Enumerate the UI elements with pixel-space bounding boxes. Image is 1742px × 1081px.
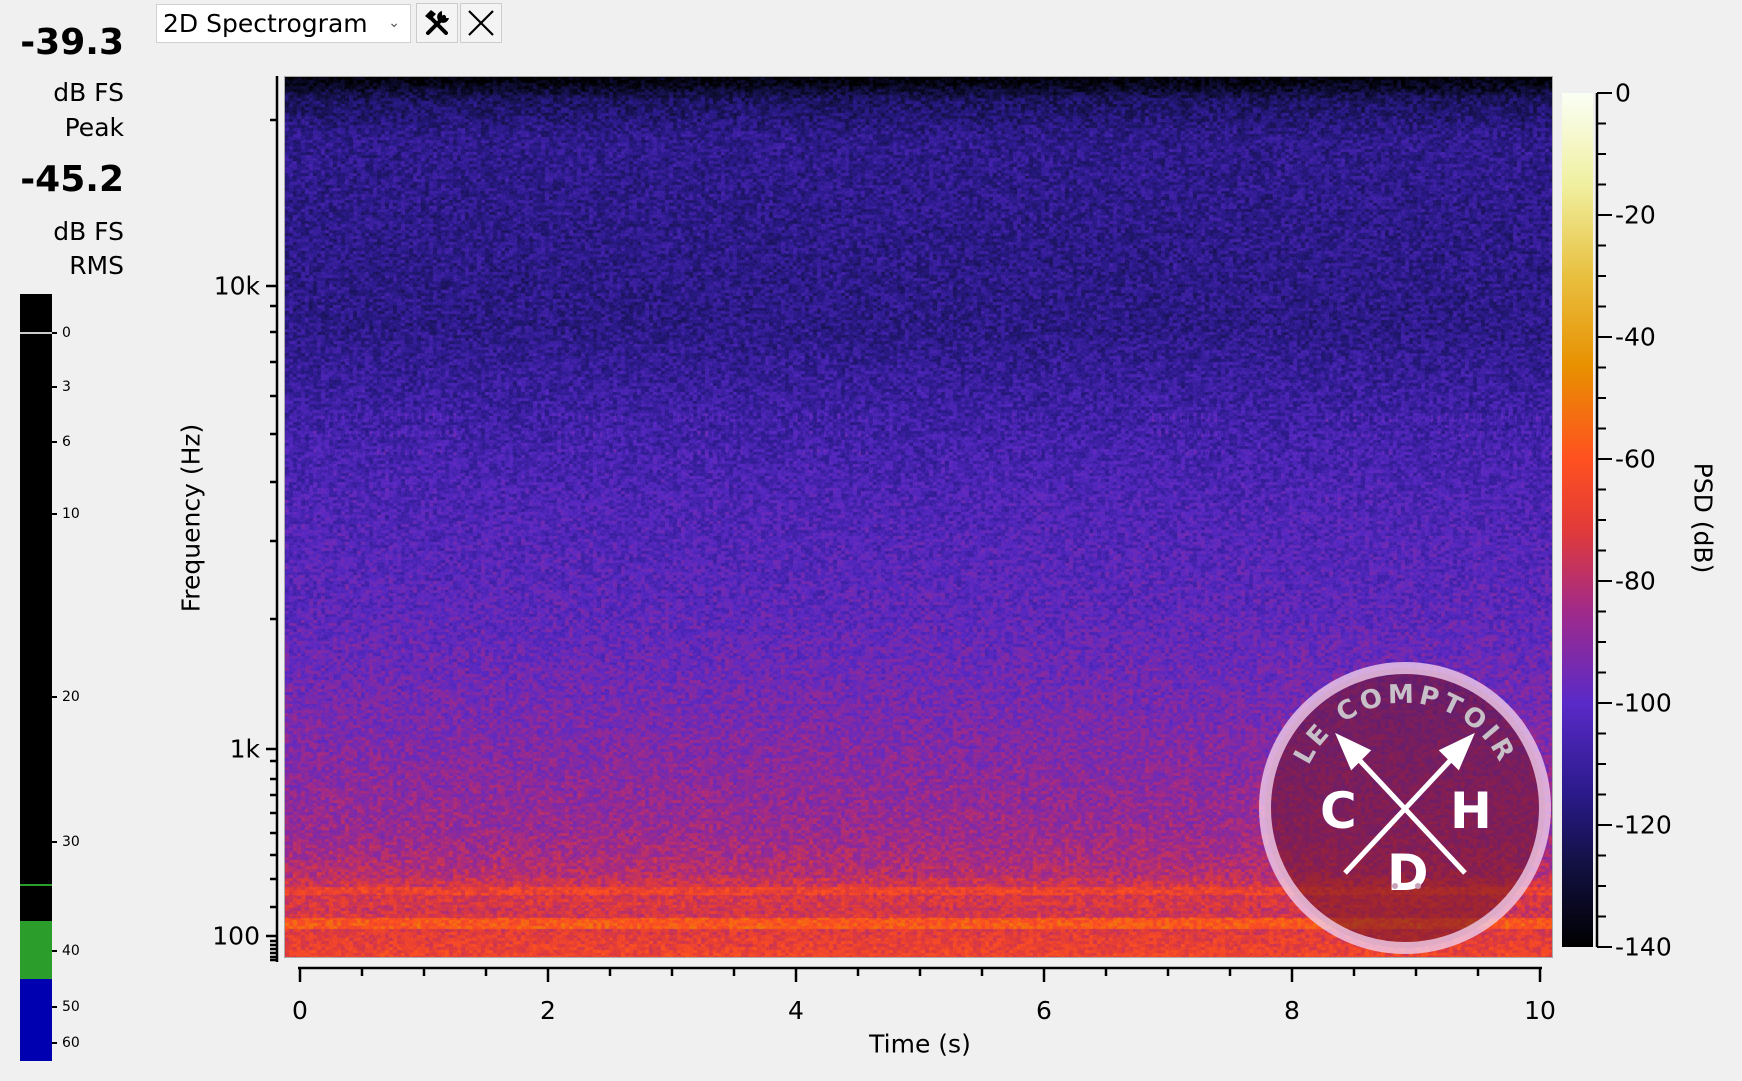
colorbar-tick-label: -120: [1615, 810, 1672, 840]
x-tick-label: 8: [1284, 996, 1300, 1025]
colorbar-tick-label: -40: [1615, 322, 1656, 352]
x-tick-label: 4: [788, 996, 804, 1025]
colorbar-tick-label: -100: [1615, 688, 1672, 718]
x-tick-label: 2: [540, 996, 556, 1025]
colorbar-tick-label: -20: [1615, 200, 1656, 230]
x-tick-label: 0: [292, 996, 308, 1025]
colorbar-tick-label: 0: [1615, 78, 1631, 108]
colorbar-label: PSD (dB): [1688, 462, 1718, 574]
x-tick-label: 6: [1036, 996, 1052, 1025]
le-comptoir-logo: LE COMPTOIR C H D: [1259, 662, 1551, 954]
y-tick-label: 1k: [229, 734, 260, 764]
colorbar-tick-label: -140: [1615, 932, 1672, 962]
colorbar-tick-label: -60: [1615, 444, 1656, 474]
svg-text:D: D: [1387, 844, 1429, 902]
svg-text:H: H: [1450, 782, 1492, 840]
y-axis-label: Frequency (Hz): [176, 423, 206, 613]
y-tick-label: 100: [212, 921, 260, 951]
colorbar: [1562, 93, 1593, 947]
colorbar-tick-label: -80: [1615, 566, 1656, 596]
x-axis-label: Time (s): [869, 1029, 971, 1059]
svg-text:C: C: [1320, 782, 1357, 840]
x-tick-label: 10: [1524, 996, 1556, 1025]
y-tick-label: 10k: [213, 271, 260, 301]
